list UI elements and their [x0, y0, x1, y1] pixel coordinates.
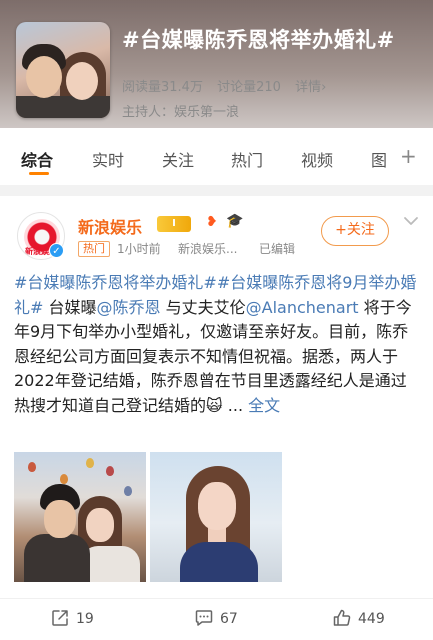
add-tab-icon[interactable]: + — [400, 144, 417, 168]
post-text-part: 台媒曝 — [43, 297, 97, 317]
post-time: 1小时前 — [117, 242, 161, 256]
comment-count[interactable]: 67 — [220, 611, 238, 627]
post-source: 新浪娱乐... — [178, 242, 238, 256]
like-icon[interactable] — [332, 608, 352, 628]
level-badge-icon: I — [157, 216, 191, 232]
topic-thumbnail — [16, 22, 110, 118]
author-name[interactable]: 新浪娱乐 — [78, 214, 142, 238]
follow-button[interactable]: +关注 — [321, 216, 389, 246]
tab-realtime[interactable]: 实时 — [92, 147, 124, 171]
tab-hot[interactable]: 热门 — [231, 147, 263, 171]
post-image-couple[interactable] — [14, 452, 146, 582]
active-tab-indicator — [29, 172, 49, 175]
topic-host: 主持人：娱乐第一浪 — [122, 105, 240, 120]
mention-link[interactable]: @Alanchenart — [246, 298, 359, 317]
topic-stats: 阅读量31.4万 讨论量210 详情› — [122, 76, 336, 95]
expand-full-text-link[interactable]: 全文 — [248, 396, 280, 415]
topic-title: #台媒曝陈乔恩将举办婚礼# — [122, 28, 395, 52]
chevron-down-icon[interactable] — [403, 213, 419, 229]
tab-bar — [0, 128, 433, 185]
comment-icon[interactable] — [194, 608, 214, 628]
tab-following[interactable]: 关注 — [162, 147, 194, 171]
graduation-cap-icon: 🎓 — [226, 213, 244, 229]
discussion-count: 讨论量210 — [217, 80, 281, 95]
tab-image[interactable]: 图 — [371, 147, 387, 171]
verified-icon: ✓ — [49, 243, 64, 258]
mention-link[interactable]: @陈乔恩 — [97, 298, 161, 317]
read-count: 阅读量31.4万 — [122, 80, 203, 95]
tab-comprehensive[interactable]: 综合 — [21, 147, 53, 171]
hot-tag: 热门 — [78, 241, 110, 257]
post-text-part: 与丈夫艾伦 — [160, 297, 246, 317]
tab-video[interactable]: 视频 — [301, 147, 333, 171]
repost-count[interactable]: 19 — [76, 611, 94, 627]
like-count[interactable]: 449 — [358, 611, 385, 627]
post-text: #台媒曝陈乔恩将举办婚礼##台媒曝陈乔恩将9月举办婚礼# 台媒曝@陈乔恩 与丈夫… — [14, 271, 422, 418]
fire-badge-icon: ❥ — [206, 214, 218, 230]
post-image-portrait[interactable] — [150, 452, 282, 582]
repost-icon[interactable] — [50, 608, 70, 628]
edited-label: 已编辑 — [259, 242, 296, 256]
details-link[interactable]: 详情› — [295, 80, 326, 95]
